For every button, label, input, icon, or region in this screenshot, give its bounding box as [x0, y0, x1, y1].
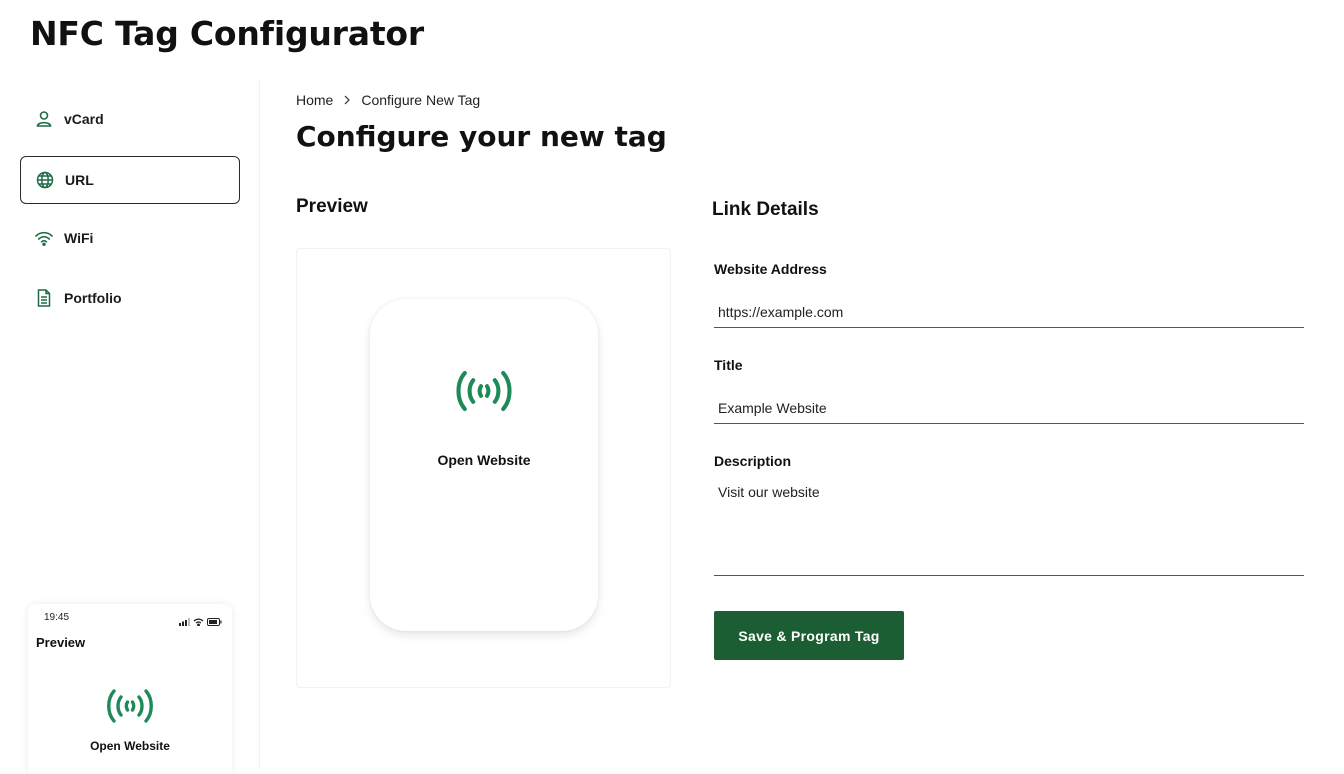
- title-label: Title: [714, 357, 743, 373]
- sidebar-item-label: vCard: [64, 111, 104, 127]
- wifi-icon: [34, 228, 54, 248]
- preview-label: Open Website: [437, 452, 531, 468]
- app-title: NFC Tag Configurator: [30, 14, 424, 53]
- nfc-icon: [106, 686, 154, 726]
- breadcrumb-current: Configure New Tag: [361, 92, 481, 108]
- sidebar-item-label: Portfolio: [64, 290, 122, 306]
- nfc-icon: [455, 367, 513, 415]
- globe-icon: [35, 170, 55, 190]
- phone-preview-card: Open Website: [370, 299, 598, 631]
- sidebar-item-url[interactable]: URL: [20, 156, 240, 204]
- mini-preview-title: Preview: [36, 635, 86, 650]
- status-icons: [179, 613, 222, 631]
- user-icon: [34, 109, 54, 129]
- document-icon: [34, 288, 54, 308]
- page-title: Configure your new tag: [296, 120, 667, 153]
- sidebar-item-label: WiFi: [64, 230, 94, 246]
- mini-preview-label: Open Website: [90, 739, 170, 753]
- link-details-title: Link Details: [712, 199, 819, 220]
- preview-panel: Open Website: [296, 248, 671, 688]
- title-input[interactable]: [714, 392, 1304, 424]
- status-time: 19:45: [44, 612, 70, 623]
- wifi-status-icon: [193, 613, 204, 631]
- sidebar-item-vcard[interactable]: vCard: [20, 95, 240, 143]
- description-textarea[interactable]: Visit our website: [714, 480, 1304, 576]
- sidebar-item-portfolio[interactable]: Portfolio: [20, 274, 240, 322]
- website-address-label: Website Address: [714, 261, 827, 277]
- sidebar-item-wifi[interactable]: WiFi: [20, 214, 240, 262]
- save-program-tag-button[interactable]: Save & Program Tag: [714, 611, 904, 660]
- preview-title: Preview: [296, 196, 368, 217]
- breadcrumb: Home Configure New Tag: [296, 92, 480, 108]
- breadcrumb-home[interactable]: Home: [296, 92, 333, 108]
- battery-icon: [207, 613, 222, 631]
- website-address-input[interactable]: [714, 296, 1304, 328]
- chevron-right-icon: [343, 93, 351, 108]
- mini-phone-preview: 19:45 Preview Open Website: [28, 604, 232, 774]
- sidebar-item-label: URL: [65, 172, 94, 188]
- signal-icon: [179, 613, 190, 631]
- description-label: Description: [714, 453, 792, 469]
